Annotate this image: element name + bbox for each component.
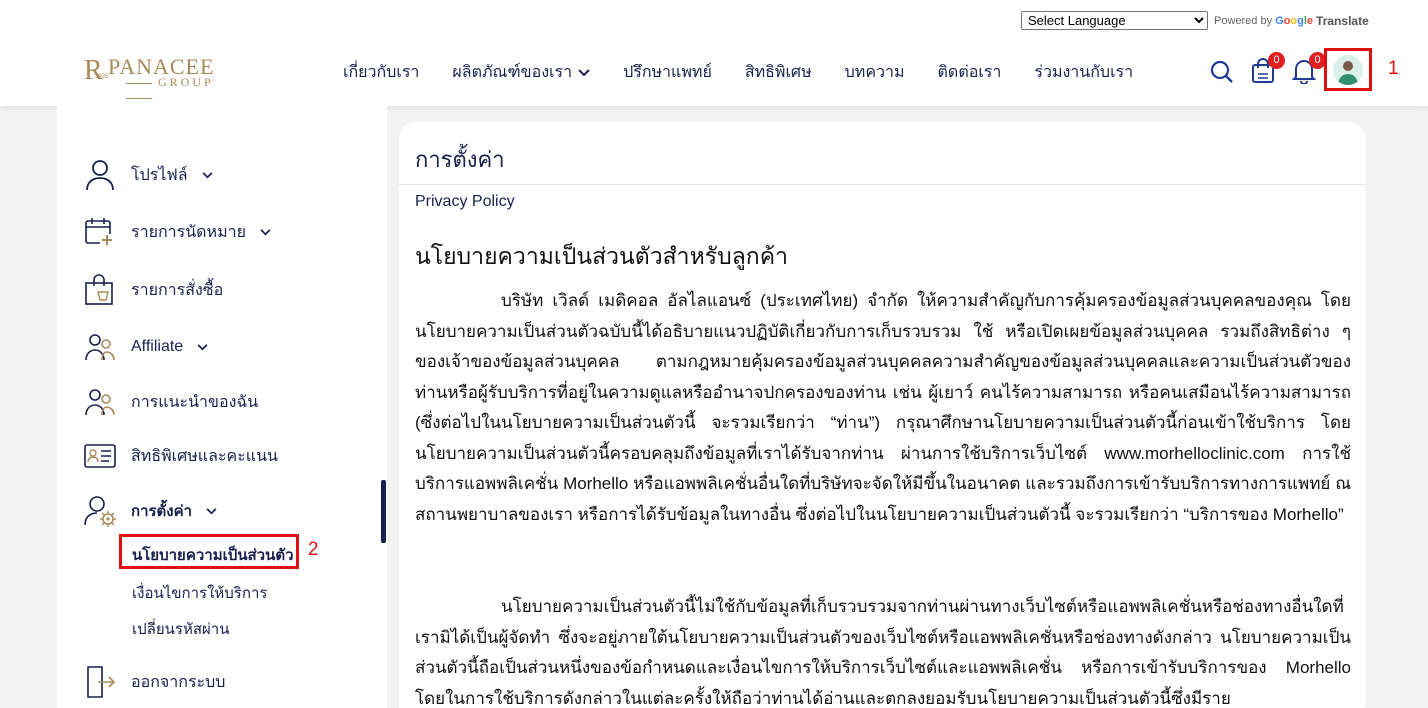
calendar-plus-icon: [83, 215, 117, 249]
nav-careers[interactable]: ร่วมงานกับเรา: [1034, 60, 1133, 85]
highlight-box: [119, 534, 299, 569]
user-icon: [83, 158, 117, 192]
nav-products-label: ผลิตภัณฑ์ของเรา: [452, 64, 573, 81]
nav-products[interactable]: ผลิตภัณฑ์ของเรา: [452, 60, 590, 85]
sidebar-item-privileges[interactable]: สิทธิพิเศษและคะแนน: [83, 439, 278, 473]
chevron-down-icon: [260, 228, 271, 235]
divider: [399, 184, 1365, 185]
avatar: [1333, 54, 1363, 85]
nav-consult[interactable]: ปรึกษาแพทย์: [623, 60, 712, 85]
sidebar-item-affiliate[interactable]: Affiliate: [83, 330, 208, 364]
user-gear-icon: [83, 494, 117, 528]
sidebar-item-profile[interactable]: โปรไฟล์: [83, 158, 213, 192]
sidebar-label-logout: ออกจากระบบ: [131, 673, 226, 691]
language-select[interactable]: Select Language: [1021, 11, 1208, 30]
sidebar-item-orders[interactable]: รายการสั่งซื้อ: [83, 273, 223, 307]
sidebar-label-appointments: รายการนัดหมาย: [131, 223, 246, 241]
sidebar-item-logout[interactable]: ออกจากระบบ: [83, 665, 225, 699]
policy-heading: นโยบายความเป็นส่วนตัวสำหรับลูกค้า: [415, 243, 789, 269]
sidebar-label-referrals: การแนะนำของฉัน: [131, 393, 259, 411]
nav-privileges[interactable]: สิทธิพิเศษ: [745, 60, 812, 85]
logout-icon: [83, 665, 117, 699]
sidebar-label-affiliate: Affiliate: [131, 338, 184, 355]
annotation-label-1: 1: [1388, 58, 1399, 79]
account-sidebar: โปรไฟล์ รายการนัดหมาย รายการสั่งซื้อ Aff…: [57, 106, 387, 708]
nav-contact[interactable]: ติดต่อเรา: [938, 60, 1002, 85]
translate-link[interactable]: Translate: [1316, 14, 1369, 28]
settings-card: การตั้งค่า Privacy Policy นโยบายความเป็น…: [399, 122, 1365, 708]
sidebar-item-referrals[interactable]: การแนะนำของฉัน: [83, 385, 258, 419]
users-icon: [83, 385, 117, 419]
user-avatar-button[interactable]: [1324, 48, 1372, 91]
nav-articles[interactable]: บทความ: [845, 60, 905, 85]
chevron-down-icon: [197, 343, 208, 350]
annotation-label-2: 2: [308, 539, 319, 560]
powered-by-google: Powered by Google Translate: [1214, 13, 1369, 28]
sidebar-label-profile: โปรไฟล์: [131, 166, 188, 184]
section-subtitle: Privacy Policy: [415, 193, 515, 210]
sidebar-scrollbar[interactable]: [381, 480, 386, 543]
sidebar-label-settings: การตั้งค่า: [131, 503, 193, 520]
sidebar-subitem-terms[interactable]: เงื่อนไขการให้บริการ: [132, 581, 267, 605]
nav-about[interactable]: เกี่ยวกับเรา: [343, 60, 419, 85]
sidebar-subitem-password[interactable]: เปลี่ยนรหัสผ่าน: [132, 617, 229, 641]
sidebar-item-settings[interactable]: การตั้งค่า: [83, 494, 217, 528]
user-photo-icon: [1333, 54, 1363, 85]
cart-count-badge: 0: [1268, 52, 1285, 69]
panacee-logo[interactable]: R 1935 PANACEE GROUP: [84, 52, 236, 90]
policy-paragraph-2: นโยบายความเป็นส่วนตัวนี้ไม่ใช้กับข้อมูลท…: [415, 597, 1351, 708]
policy-paragraph-1: บริษัท เวิลด์ เมดิคอล อัลไลแอนซ์ (ประเทศ…: [415, 291, 1351, 524]
id-card-icon: [83, 439, 117, 473]
sidebar-item-appointments[interactable]: รายการนัดหมาย: [83, 215, 271, 249]
page-title: การตั้งค่า: [415, 147, 505, 172]
sidebar-label-privileges: สิทธิพิเศษและคะแนน: [131, 447, 278, 465]
search-icon[interactable]: [1210, 60, 1234, 84]
shopping-bag-icon: [83, 273, 117, 307]
chevron-down-icon: [202, 171, 213, 178]
main-nav: เกี่ยวกับเรา ผลิตภัณฑ์ของเรา ปรึกษาแพทย์…: [343, 60, 1133, 85]
chevron-down-icon: [206, 507, 217, 514]
google-logo: Google: [1275, 14, 1314, 27]
users-icon: [83, 330, 117, 364]
chevron-down-icon: [578, 68, 590, 76]
google-translate-widget: Select Language Powered by Google Transl…: [1021, 11, 1369, 30]
sidebar-label-orders: รายการสั่งซื้อ: [131, 281, 224, 299]
